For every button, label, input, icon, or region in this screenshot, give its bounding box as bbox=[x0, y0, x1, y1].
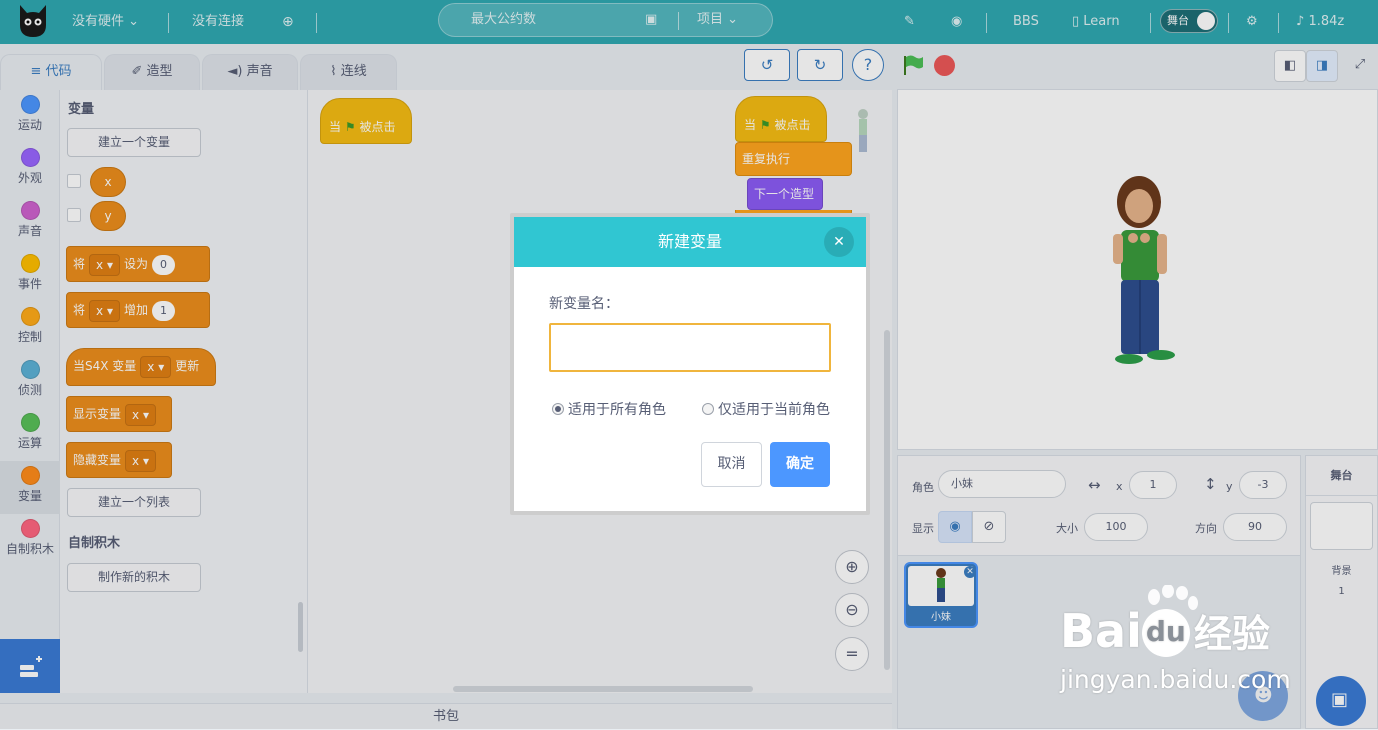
dialog-title: 新建变量 bbox=[657, 232, 722, 251]
variable-name-label: 新变量名： bbox=[549, 296, 619, 312]
cancel-button[interactable]: 取消 bbox=[701, 442, 762, 487]
close-button[interactable]: ✕ bbox=[824, 227, 854, 257]
ok-button[interactable]: 确定 bbox=[770, 442, 830, 487]
radio-label: 仅适用于当前角色 bbox=[718, 402, 830, 418]
new-variable-dialog: 新建变量 ✕ 新变量名： 适用于所有角色 仅适用于当前角色 取消 确定 bbox=[510, 213, 870, 515]
radio-this-sprite-only[interactable]: 仅适用于当前角色 bbox=[702, 399, 830, 419]
radio-selected-icon bbox=[552, 403, 564, 415]
close-icon: ✕ bbox=[833, 234, 845, 250]
radio-all-sprites[interactable]: 适用于所有角色 bbox=[552, 399, 666, 419]
baidu-watermark: Bai du 经验 jingyan.baidu.com bbox=[1060, 585, 1310, 695]
watermark-url: jingyan.baidu.com bbox=[1060, 665, 1291, 694]
variable-name-field-wrapper bbox=[549, 323, 831, 372]
radio-label: 适用于所有角色 bbox=[568, 402, 666, 418]
radio-unselected-icon bbox=[702, 403, 714, 415]
watermark-cn: 经验 bbox=[1193, 612, 1270, 656]
watermark-du: du bbox=[1141, 609, 1190, 657]
watermark-brand: Bai bbox=[1060, 604, 1142, 658]
dialog-header: 新建变量 ✕ bbox=[514, 217, 866, 267]
variable-name-input[interactable] bbox=[551, 325, 829, 370]
